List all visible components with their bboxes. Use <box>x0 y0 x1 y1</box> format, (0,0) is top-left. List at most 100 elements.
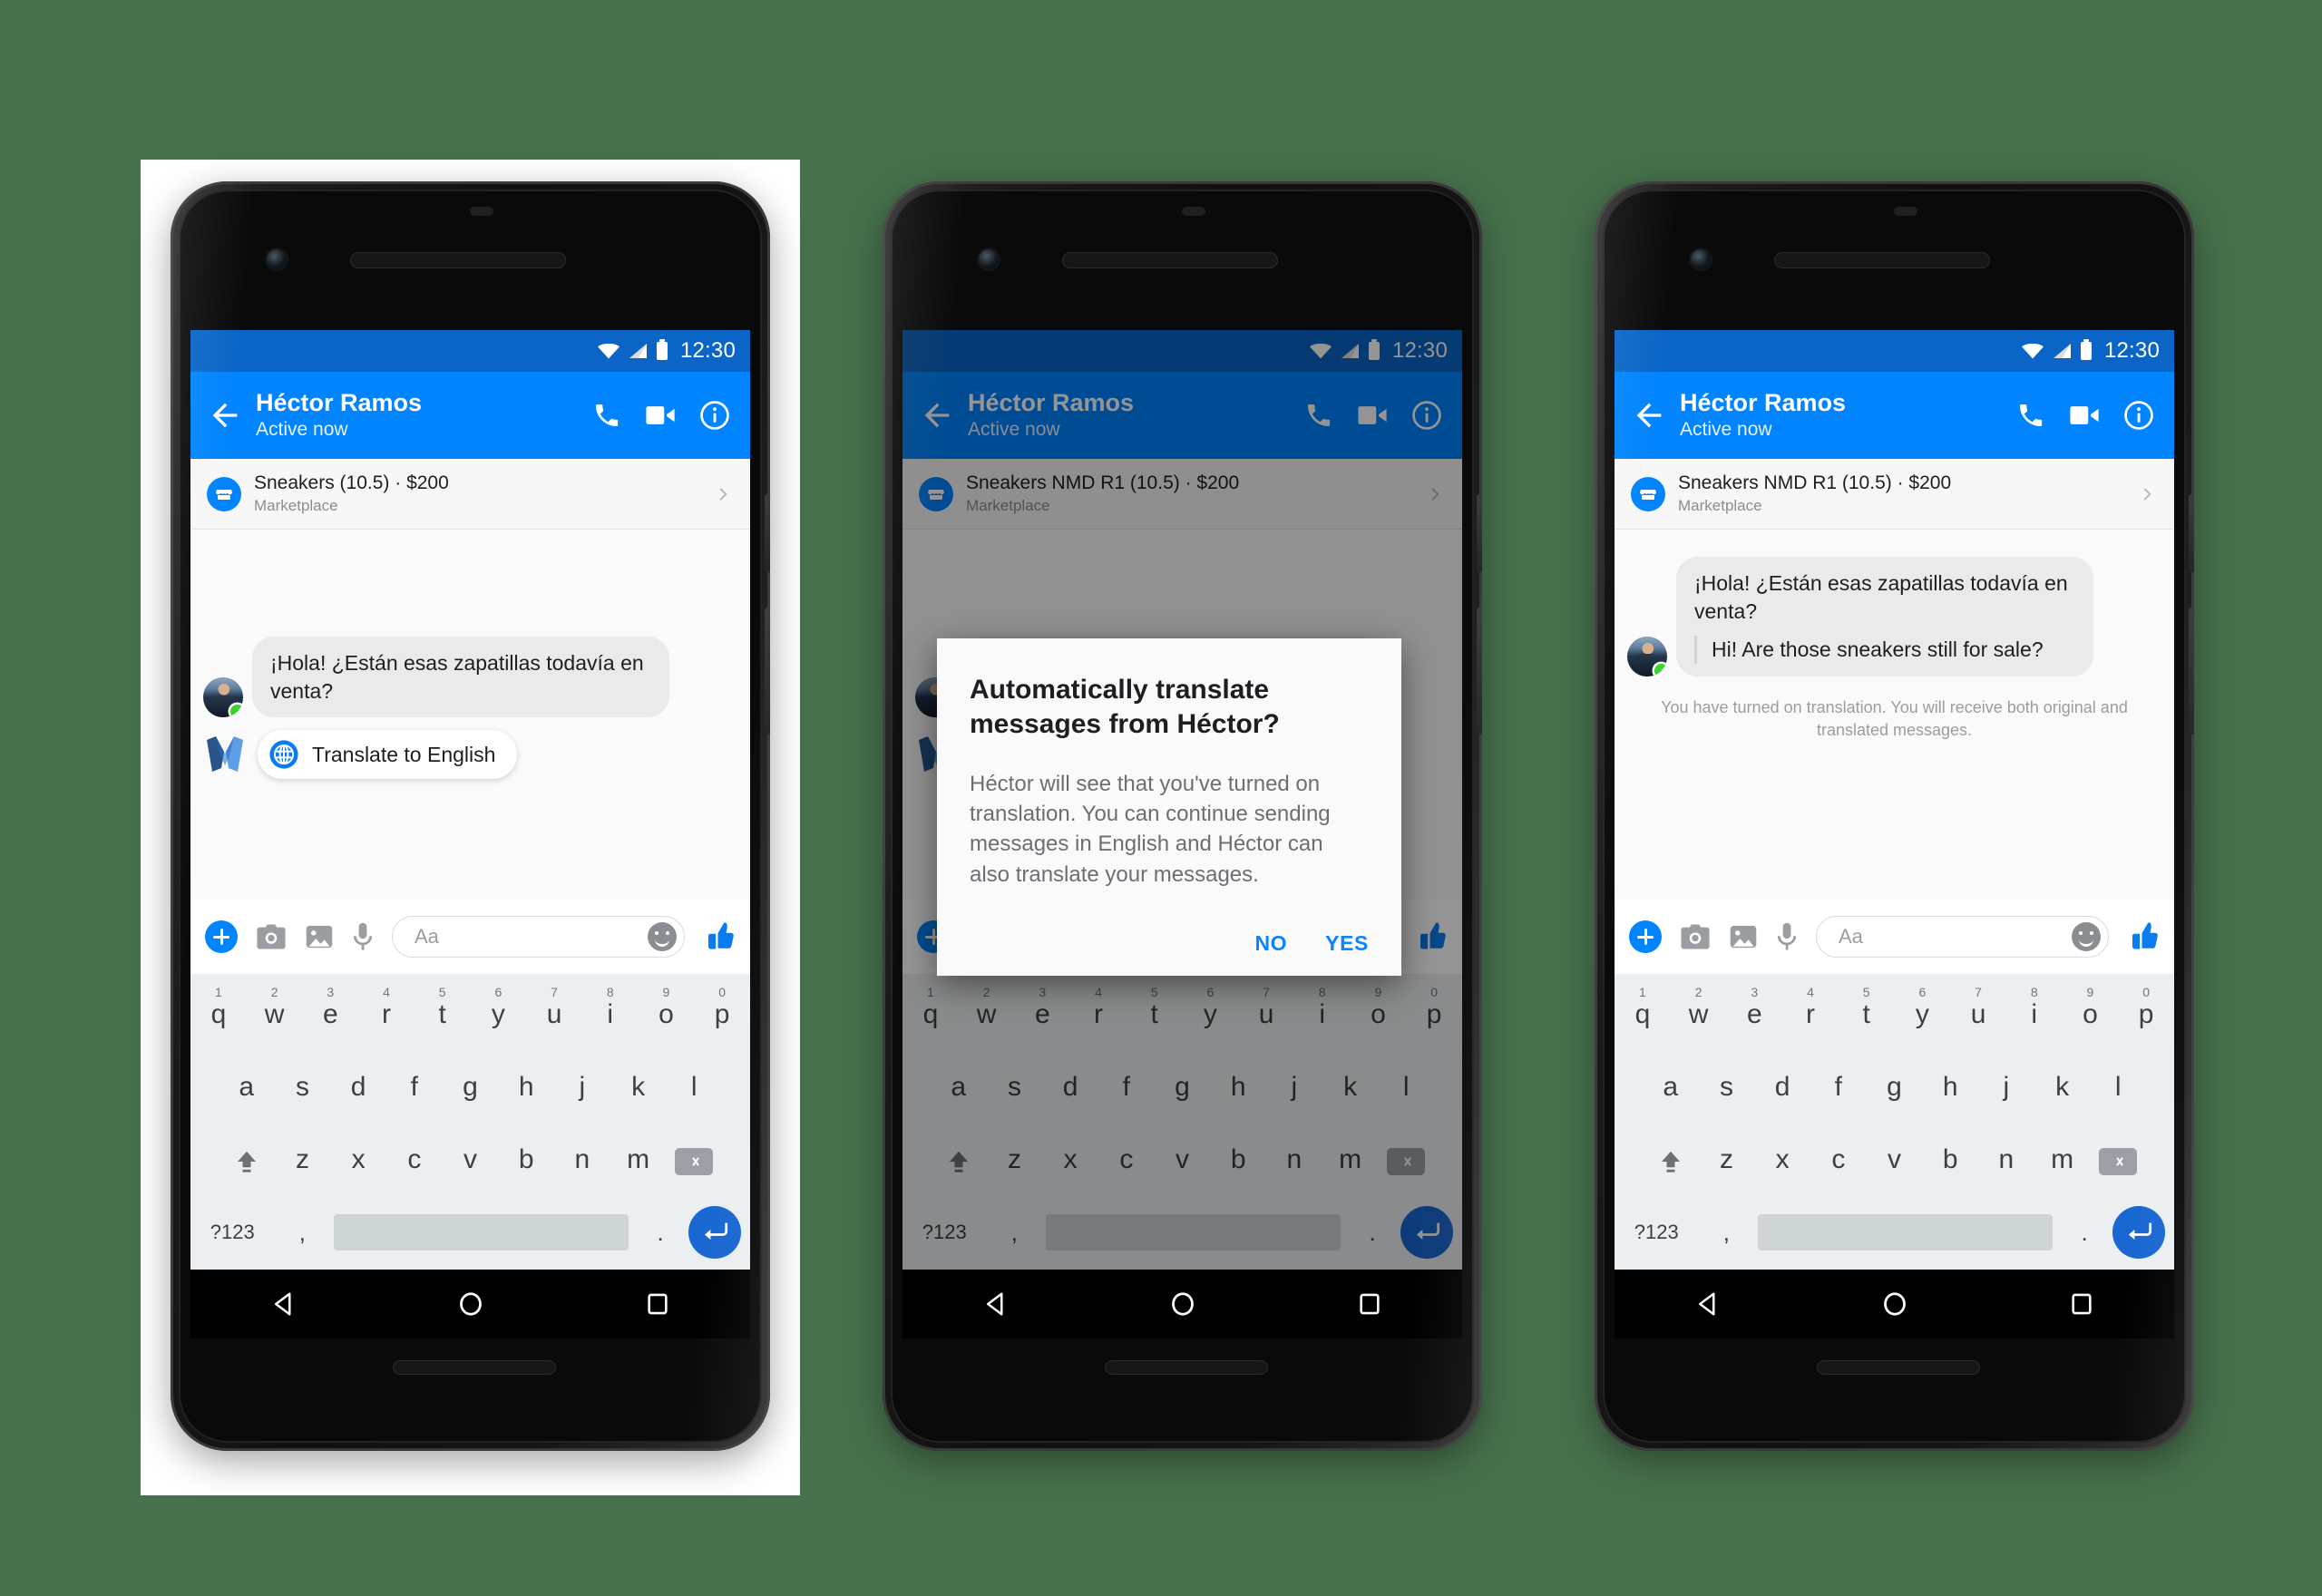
virtual-keyboard[interactable]: 1q 2w 3e 4r 5t 6y 7u 8i 9o 0p a s d f g … <box>1615 974 2174 1270</box>
marketplace-item-row[interactable]: Sneakers (10.5) · $200 Marketplace <box>190 459 750 530</box>
key-v[interactable]: v <box>1867 1130 1923 1193</box>
key-w[interactable]: 2w <box>1671 983 1727 1052</box>
message-bubble-original[interactable]: ¡Hola! ¿Están esas zapatillas todavía en… <box>252 637 669 718</box>
nav-back-triangle-icon[interactable] <box>982 1290 1010 1318</box>
period-key[interactable]: . <box>632 1219 688 1247</box>
plus-button[interactable] <box>1629 920 1662 953</box>
key-k[interactable]: k <box>2034 1056 2091 1123</box>
key-c[interactable]: c <box>386 1130 443 1193</box>
nav-home-circle-icon[interactable] <box>457 1290 484 1318</box>
key-p[interactable]: 0p <box>2118 983 2174 1052</box>
video-call-icon[interactable] <box>645 402 676 429</box>
key-v[interactable]: v <box>443 1130 499 1193</box>
key-s[interactable]: s <box>1699 1056 1755 1123</box>
emoji-smiley-icon[interactable] <box>648 922 677 951</box>
thumbs-up-icon[interactable] <box>2127 920 2160 953</box>
volume-rocker[interactable] <box>765 608 770 735</box>
key-z[interactable]: z <box>275 1130 331 1193</box>
key-y[interactable]: 6y <box>1895 983 1951 1052</box>
key-e[interactable]: 3e <box>302 983 358 1052</box>
key-i[interactable]: 8i <box>582 983 639 1052</box>
key-f[interactable]: f <box>1810 1056 1867 1123</box>
period-key[interactable]: . <box>2056 1219 2112 1247</box>
shift-key-icon[interactable] <box>219 1148 275 1175</box>
photo-gallery-icon[interactable] <box>1729 923 1758 950</box>
key-a[interactable]: a <box>219 1056 275 1123</box>
key-u[interactable]: 7u <box>1950 983 2006 1052</box>
message-bubble-with-translation[interactable]: ¡Hola! ¿Están esas zapatillas todavía en… <box>1676 557 2093 676</box>
key-x[interactable]: x <box>1754 1130 1810 1193</box>
key-s[interactable]: s <box>275 1056 331 1123</box>
key-g[interactable]: g <box>443 1056 499 1123</box>
key-t[interactable]: 5t <box>1839 983 1895 1052</box>
power-button[interactable] <box>1477 494 1482 572</box>
avatar[interactable] <box>1627 636 1667 676</box>
key-h[interactable]: h <box>1922 1056 1978 1123</box>
nav-back-triangle-icon[interactable] <box>1694 1290 1722 1318</box>
shift-key-icon[interactable] <box>1643 1148 1699 1175</box>
key-l[interactable]: l <box>2090 1056 2146 1123</box>
translate-to-english-button[interactable]: Translate to English <box>258 730 518 780</box>
key-l[interactable]: l <box>666 1056 722 1123</box>
info-icon[interactable] <box>2123 400 2154 431</box>
key-u[interactable]: 7u <box>526 983 582 1052</box>
enter-key-icon[interactable] <box>688 1206 741 1259</box>
backspace-key-icon[interactable] <box>2090 1148 2146 1175</box>
phone-call-icon[interactable] <box>2016 401 2045 430</box>
key-d[interactable]: d <box>330 1056 386 1123</box>
key-i[interactable]: 8i <box>2006 983 2063 1052</box>
key-f[interactable]: f <box>386 1056 443 1123</box>
key-o[interactable]: 9o <box>639 983 695 1052</box>
back-arrow-icon[interactable] <box>207 397 243 433</box>
nav-home-circle-icon[interactable] <box>1881 1290 1908 1318</box>
microphone-icon[interactable] <box>352 922 374 951</box>
key-m[interactable]: m <box>610 1130 667 1193</box>
key-o[interactable]: 9o <box>2063 983 2119 1052</box>
dialog-yes-button[interactable]: YES <box>1325 931 1369 956</box>
key-r[interactable]: 4r <box>358 983 415 1052</box>
comma-key[interactable]: , <box>1699 1219 1755 1247</box>
key-z[interactable]: z <box>1699 1130 1755 1193</box>
camera-icon[interactable] <box>1680 923 1711 950</box>
volume-rocker[interactable] <box>2189 608 2194 735</box>
chevron-right-icon[interactable] <box>714 484 734 504</box>
photo-gallery-icon[interactable] <box>305 923 334 950</box>
key-p[interactable]: 0p <box>694 983 750 1052</box>
dialog-no-button[interactable]: NO <box>1254 931 1287 956</box>
key-b[interactable]: b <box>1922 1130 1978 1193</box>
camera-icon[interactable] <box>256 923 287 950</box>
key-j[interactable]: j <box>554 1056 610 1123</box>
key-j[interactable]: j <box>1978 1056 2034 1123</box>
key-h[interactable]: h <box>498 1056 554 1123</box>
message-input[interactable]: Aa <box>392 916 685 958</box>
thumbs-up-icon[interactable] <box>703 920 736 953</box>
symbols-key[interactable]: ?123 <box>1615 1221 1699 1244</box>
key-d[interactable]: d <box>1754 1056 1810 1123</box>
symbols-key[interactable]: ?123 <box>190 1221 275 1244</box>
key-q[interactable]: 1q <box>190 983 247 1052</box>
key-k[interactable]: k <box>610 1056 667 1123</box>
marketplace-item-row[interactable]: Sneakers NMD R1 (10.5) · $200 Marketplac… <box>1615 459 2174 530</box>
phone-call-icon[interactable] <box>592 401 621 430</box>
comma-key[interactable]: , <box>275 1219 331 1247</box>
nav-recents-square-icon[interactable] <box>1357 1291 1382 1317</box>
info-icon[interactable] <box>699 400 730 431</box>
volume-rocker[interactable] <box>1477 608 1482 735</box>
key-b[interactable]: b <box>498 1130 554 1193</box>
message-input[interactable]: Aa <box>1816 916 2109 958</box>
key-q[interactable]: 1q <box>1615 983 1671 1052</box>
key-x[interactable]: x <box>330 1130 386 1193</box>
key-m[interactable]: m <box>2034 1130 2091 1193</box>
nav-home-circle-icon[interactable] <box>1169 1290 1196 1318</box>
key-n[interactable]: n <box>1978 1130 2034 1193</box>
key-n[interactable]: n <box>554 1130 610 1193</box>
enter-key-icon[interactable] <box>2112 1206 2165 1259</box>
key-e[interactable]: 3e <box>1726 983 1782 1052</box>
key-y[interactable]: 6y <box>471 983 527 1052</box>
microphone-icon[interactable] <box>1776 922 1798 951</box>
chevron-right-icon[interactable] <box>2138 484 2158 504</box>
key-c[interactable]: c <box>1810 1130 1867 1193</box>
emoji-smiley-icon[interactable] <box>2072 922 2101 951</box>
nav-recents-square-icon[interactable] <box>645 1291 670 1317</box>
back-arrow-icon[interactable] <box>1631 397 1667 433</box>
